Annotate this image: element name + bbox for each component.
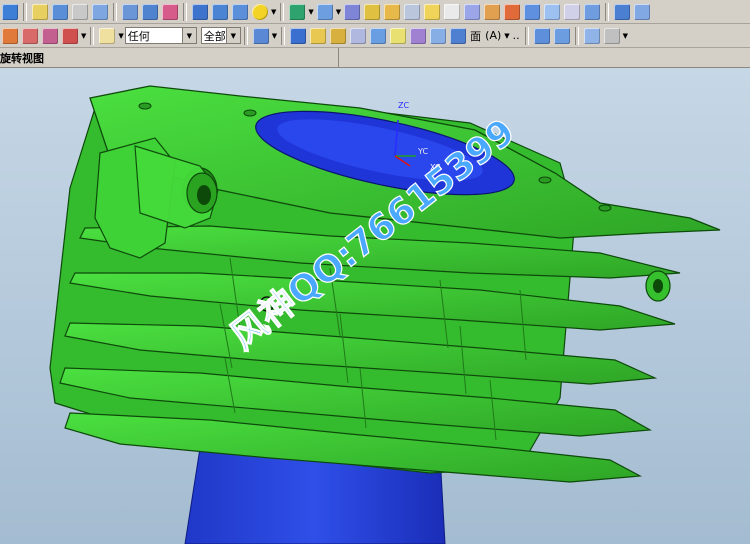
dropdown-arrow-icon[interactable]: ▼ [272, 32, 277, 40]
block-icon[interactable] [192, 3, 208, 20]
mirror-icon[interactable] [524, 3, 541, 20]
cad-model-canvas: ZC YC XC 风神QQ:76615399 [49, 85, 721, 544]
scope-value: 全部 [203, 29, 226, 43]
toolbar-separator [90, 26, 95, 45]
measure-icon[interactable] [583, 27, 600, 44]
main-toolbar-row-2: ▼ ▼ 任何 ▼ 全部 ▼ ▼ 面 (A) ▼ .. ▼ [0, 24, 750, 48]
extrude-icon[interactable] [52, 3, 68, 20]
toolbar-separator [113, 2, 117, 21]
orient-view-icon[interactable] [533, 27, 550, 44]
scale-body-icon[interactable] [424, 3, 441, 20]
sew-icon[interactable] [544, 3, 561, 20]
pattern-icon[interactable] [504, 3, 521, 20]
pocket-icon[interactable] [162, 3, 178, 20]
boss-icon[interactable] [142, 3, 158, 20]
shaded-icon[interactable] [370, 27, 387, 44]
thicken-icon[interactable] [484, 3, 501, 20]
toolbar-separator [574, 26, 579, 45]
face-analysis-icon[interactable] [450, 27, 467, 44]
zoom-icon[interactable] [310, 27, 327, 44]
dropdown-arrow-icon[interactable]: ▼ [504, 32, 509, 40]
datum-plane-icon[interactable] [22, 27, 38, 44]
cylinder-icon[interactable] [212, 3, 228, 20]
left-boss-inner-bore [197, 185, 211, 205]
sweep-icon[interactable] [92, 3, 108, 20]
more-icon[interactable]: .. [513, 29, 520, 42]
toolbar-separator [281, 26, 286, 45]
toolbar-separator [524, 26, 529, 45]
mesh-icon[interactable] [634, 3, 651, 20]
selection-filter-icon[interactable] [99, 27, 116, 44]
graphics-viewport[interactable]: ZC YC XC 风神QQ:76615399 [0, 68, 750, 544]
chevron-down-icon: ▼ [225, 28, 240, 43]
split-body-icon[interactable] [464, 3, 481, 20]
view-triad-icon[interactable] [553, 27, 570, 44]
draft-icon[interactable] [384, 3, 401, 20]
hidden-edge-icon[interactable] [430, 27, 447, 44]
sphere-icon[interactable] [252, 3, 268, 20]
revolve-icon[interactable] [72, 3, 88, 20]
cone-icon[interactable] [232, 3, 248, 20]
dropdown-arrow-icon[interactable]: ▼ [118, 32, 123, 40]
point-icon[interactable] [2, 27, 18, 44]
type-filter-combo[interactable]: 任何 ▼ [124, 27, 197, 44]
pan-icon[interactable] [350, 27, 367, 44]
main-toolbar-row-1: ▼ ▼ ▼ [0, 0, 750, 24]
chevron-down-icon: ▼ [181, 28, 196, 43]
dropdown-arrow-icon[interactable]: ▼ [623, 32, 628, 40]
chamfer-icon[interactable] [344, 3, 361, 20]
section-icon[interactable] [410, 27, 427, 44]
fit-view-icon[interactable] [290, 27, 307, 44]
toolbar-separator [183, 2, 187, 21]
coordinate-icon[interactable] [603, 27, 620, 44]
dropdown-arrow-icon[interactable]: ▼ [271, 8, 276, 16]
sketch-icon[interactable] [32, 3, 48, 20]
datum-csys-icon[interactable] [62, 27, 78, 44]
triad-z-label: ZC [398, 101, 409, 110]
triad-y-label: YC [417, 147, 428, 156]
edge-blend-icon[interactable] [316, 3, 333, 20]
snap-icon[interactable] [252, 27, 269, 44]
datum-axis-icon[interactable] [42, 27, 58, 44]
dropdown-arrow-icon[interactable]: ▼ [308, 8, 313, 16]
face-option[interactable]: (A) [485, 29, 501, 42]
offset-face-icon[interactable] [404, 3, 421, 20]
unite-icon[interactable] [289, 3, 306, 20]
toolbar-separator [243, 26, 248, 45]
surface-icon[interactable] [614, 3, 631, 20]
cube-icon[interactable] [2, 3, 18, 20]
wireframe-icon[interactable] [390, 27, 407, 44]
type-filter-value: 任何 [127, 29, 150, 43]
shell-icon[interactable] [364, 3, 381, 20]
face-label[interactable]: 面 [470, 28, 481, 44]
hole-icon[interactable] [122, 3, 138, 20]
dropdown-arrow-icon[interactable]: ▼ [81, 32, 86, 40]
replace-face-icon[interactable] [584, 3, 601, 20]
trim-body-icon[interactable] [444, 3, 461, 20]
title-divider [338, 48, 339, 68]
toolbar-separator [280, 2, 285, 21]
patch-icon[interactable] [564, 3, 581, 20]
dropdown-arrow-icon[interactable]: ▼ [336, 8, 341, 16]
view-title-bar: 旋转视图 [0, 48, 750, 68]
rotate-icon[interactable] [330, 27, 347, 44]
toolbar-separator [23, 2, 27, 21]
toolbar-separator [605, 2, 610, 21]
scope-combo[interactable]: 全部 ▼ [200, 27, 241, 44]
view-title: 旋转视图 [0, 51, 44, 65]
right-boss-bore [653, 279, 663, 293]
